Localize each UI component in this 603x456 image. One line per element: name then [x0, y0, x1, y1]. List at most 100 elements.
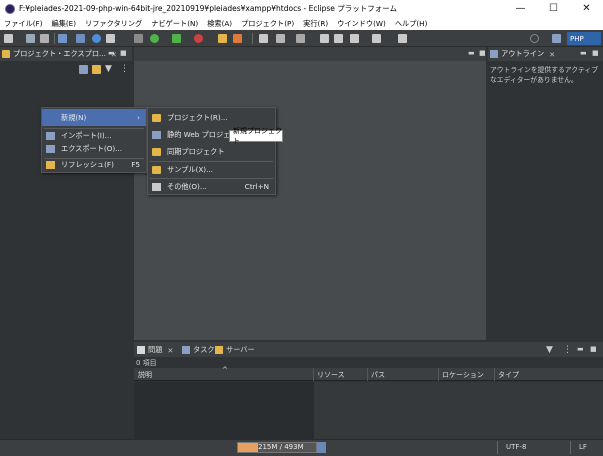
maximize-button[interactable]: ☐ [537, 3, 570, 14]
encoding-status[interactable]: UTF-8 [506, 443, 526, 451]
eclipse-logo-icon [5, 3, 15, 14]
menu-item-new[interactable]: 新規(N) › [42, 109, 146, 126]
trash-icon[interactable] [317, 442, 326, 453]
outline-pane: アウトライン ✕ ▬ ■ [488, 47, 603, 340]
annotation-icon[interactable] [276, 34, 285, 43]
open-type-icon[interactable] [106, 34, 115, 43]
filter-icon[interactable]: ▼ [105, 64, 112, 74]
project-icon [152, 113, 161, 122]
minimize-icon[interactable]: ▬ [108, 49, 115, 57]
open-folder-icon[interactable] [218, 34, 227, 43]
line-ending-status[interactable]: LF [579, 443, 587, 451]
column-type[interactable]: タイプ [498, 370, 519, 380]
close-icon[interactable]: ✕ [167, 346, 173, 355]
maximize-icon[interactable]: ■ [590, 345, 597, 353]
run-icon[interactable] [150, 34, 159, 43]
problems-table-body[interactable] [134, 382, 314, 439]
arrow-right-icon[interactable] [372, 34, 381, 43]
column-location[interactable]: ロケーション [442, 370, 484, 380]
tab-tasks[interactable]: タスク [182, 345, 215, 355]
column-separator[interactable] [438, 368, 439, 381]
heap-usage-fill [238, 443, 258, 452]
menu-item-export[interactable]: エクスポート(O)... [42, 140, 146, 157]
maximize-icon[interactable]: ■ [592, 49, 599, 57]
status-separator [570, 441, 571, 454]
maximize-icon[interactable]: ■ [479, 49, 486, 57]
close-icon[interactable]: ✕ [549, 50, 555, 59]
back-icon[interactable] [320, 34, 329, 43]
build-icon[interactable] [76, 34, 85, 43]
outline-empty-message: アウトラインを提供するアクティブなエディターがありません。 [490, 66, 599, 84]
web-project-icon [152, 130, 161, 139]
samples-icon [152, 165, 161, 174]
column-separator[interactable] [494, 368, 495, 381]
column-description[interactable]: 説明 [138, 370, 152, 380]
save-icon[interactable] [26, 34, 35, 43]
menu-help[interactable]: ヘルプ(H) [395, 19, 428, 29]
view-menu-icon[interactable]: ⋮ [120, 64, 129, 74]
column-resource[interactable]: リソース [317, 370, 345, 380]
stop-icon[interactable] [194, 34, 203, 43]
minimize-icon[interactable]: ▬ [580, 49, 587, 57]
menu-item-project[interactable]: プロジェクト(R)... [148, 109, 275, 126]
toolbar-separator [54, 33, 55, 44]
filter-icon[interactable]: ▼ [546, 345, 553, 355]
menu-window[interactable]: ウインドウ(W) [337, 19, 386, 29]
tab-problems[interactable]: 問題 ✕ [137, 345, 173, 355]
problems-icon [137, 346, 145, 354]
problems-table-body-right[interactable] [314, 382, 603, 439]
collapse-all-icon[interactable] [79, 65, 88, 74]
wizard-icon [152, 182, 161, 191]
save-all-icon[interactable] [40, 34, 49, 43]
project-explorer-icon [2, 50, 10, 58]
tooltip: 新規プロジェクト [229, 127, 283, 145]
menu-item-refresh[interactable]: リフレッシュ(F) F5 [42, 156, 146, 173]
debug-icon[interactable] [134, 34, 143, 43]
view-menu-icon[interactable]: ⋮ [563, 345, 572, 355]
new-submenu: プロジェクト(R)... 静的 Web プロジェクト 同期プロジェクト サンプル… [147, 107, 276, 195]
sort-indicator-icon: ^ [222, 366, 228, 374]
main-toolbar: PHP [0, 30, 603, 47]
column-separator[interactable] [313, 368, 314, 381]
editor-tab-strip: ▬ ■ [134, 47, 486, 61]
prev-annotation-icon[interactable] [296, 34, 305, 43]
minimize-icon[interactable]: ▬ [577, 345, 584, 353]
toolbar-separator [252, 33, 253, 44]
project-explorer-tab[interactable]: プロジェクト・エクスプロ... ✕ [0, 47, 117, 61]
menu-run[interactable]: 実行(R) [303, 19, 328, 29]
window-title: F:¥pleiades-2021-09-php-win-64bit-jre_20… [19, 4, 398, 13]
column-path[interactable]: パス [371, 370, 385, 380]
minimize-icon[interactable]: ▬ [468, 49, 475, 57]
gear-icon[interactable] [92, 34, 101, 43]
terminal-icon[interactable] [58, 34, 67, 43]
menu-search[interactable]: 検索(A) [207, 19, 232, 29]
maximize-icon[interactable]: ■ [120, 49, 127, 57]
arrow-left-icon[interactable] [350, 34, 359, 43]
servers-icon [215, 346, 223, 354]
link-editor-icon[interactable] [92, 65, 101, 74]
php-perspective-button[interactable]: PHP [567, 32, 601, 45]
pin-icon[interactable] [398, 34, 407, 43]
menu-project[interactable]: プロジェクト(P) [241, 19, 294, 29]
column-separator[interactable] [367, 368, 368, 381]
open-perspective-icon[interactable] [552, 34, 561, 43]
menu-refactor[interactable]: リファクタリング [85, 19, 142, 29]
close-button[interactable]: ✕ [570, 3, 603, 14]
run-external-icon[interactable] [172, 34, 181, 43]
status-separator [497, 441, 498, 454]
search-icon[interactable] [530, 34, 539, 43]
items-count: 0 項目 [136, 359, 157, 367]
new-icon[interactable] [4, 34, 13, 43]
refresh-icon [46, 160, 55, 169]
menu-item-other[interactable]: その他(O)... Ctrl+N [148, 178, 275, 195]
edit-icon[interactable] [259, 34, 268, 43]
menu-edit[interactable]: 編集(E) [52, 19, 77, 29]
pencil-icon[interactable] [233, 34, 242, 43]
outline-tab[interactable]: アウトライン ✕ [488, 47, 555, 61]
menu-navigate[interactable]: ナビゲート(N) [151, 19, 198, 29]
forward-nav-icon[interactable] [334, 34, 343, 43]
minimize-button[interactable]: — [504, 3, 537, 14]
menu-file[interactable]: ファイル(F) [4, 19, 43, 29]
tab-servers[interactable]: サーバー [215, 345, 255, 355]
menu-item-samples[interactable]: サンプル(X)... [148, 161, 275, 178]
